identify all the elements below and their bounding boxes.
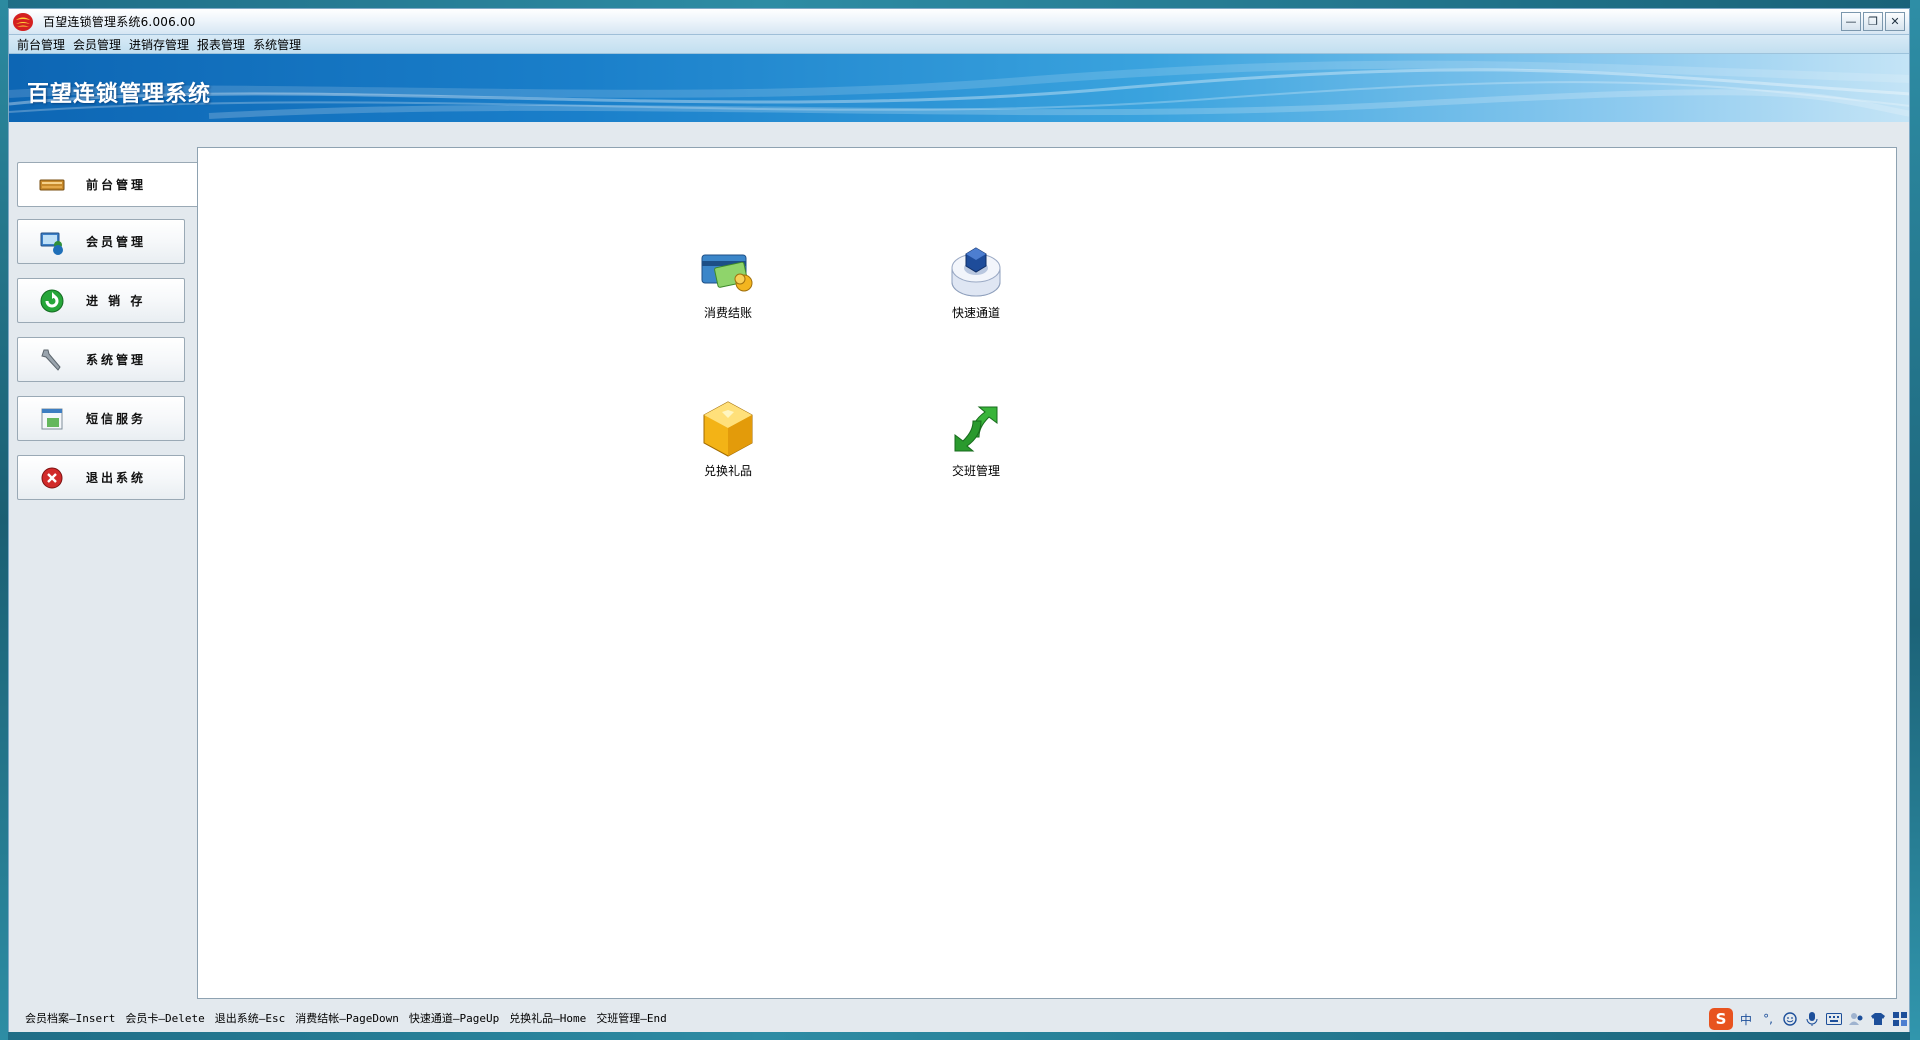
sms-icon [38,405,66,433]
nav-label: 短信服务 [86,412,147,426]
tile-label: 交班管理 [951,464,1000,478]
nav-system[interactable]: 系统管理 [17,337,185,382]
menu-reports[interactable]: 报表管理 [197,36,245,53]
shift-handover-icon [945,398,1007,460]
exit-icon [38,464,66,492]
emoji-icon[interactable] [1781,1010,1799,1028]
nav-label: 前台管理 [86,178,147,192]
nav-member[interactable]: 会员管理 [17,219,185,264]
app-logo-icon[interactable] [11,11,35,33]
punctuation-toggle[interactable]: °, [1759,1010,1777,1028]
window-controls: — ❐ ✕ [1841,12,1905,31]
restore-button[interactable]: ❐ [1863,12,1883,31]
tile-label: 消费结账 [703,306,752,320]
minimize-button[interactable]: — [1841,12,1861,31]
title-bar[interactable]: 百望连锁管理系统6.006.00 — ❐ ✕ [9,9,1909,35]
nav-label: 退出系统 [86,471,147,485]
menu-front-desk[interactable]: 前台管理 [17,36,65,53]
desktop-background-left [0,0,8,1040]
status-bar: 会员档案—Insert 会员卡—Delete 退出系统—Esc 消费结帐—Pag… [9,1004,1909,1032]
shortcut-exit: 退出系统—Esc [214,1012,286,1025]
inventory-icon [38,287,66,315]
close-button[interactable]: ✕ [1885,12,1905,31]
shortcut-member-card: 会员卡—Delete [125,1012,205,1025]
window-title: 百望连锁管理系统6.006.00 [43,15,196,29]
toolbox-grid-icon[interactable] [1891,1010,1909,1028]
nav-label: 会员管理 [86,235,147,249]
shortcut-gift-exchange: 兑换礼品—Home [509,1012,587,1025]
nav-exit[interactable]: 退出系统 [17,455,185,500]
wrench-icon [38,346,66,374]
main-area: 前台管理 会员管理 进 销 存 系统管理 短信服务 退出系统 消费结账 快速通道… [9,124,1909,1004]
tile-label: 兑换礼品 [703,464,752,478]
ime-mode-toggle[interactable]: 中 [1737,1010,1755,1028]
tile-label: 快速通道 [951,306,1000,320]
menu-member[interactable]: 会员管理 [73,36,121,53]
fast-channel-icon [945,240,1007,302]
tile-gift-exchange[interactable]: 兑换礼品 [668,398,788,488]
app-window: 百望连锁管理系统6.006.00 — ❐ ✕ 前台管理 会员管理 进销存管理 报… [8,8,1910,1032]
menu-system[interactable]: 系统管理 [253,36,301,53]
microphone-icon[interactable] [1803,1010,1821,1028]
desktop-background-right [1910,0,1920,1040]
shortcut-checkout: 消费结帐—PageDown [295,1012,399,1025]
shortcut-shift-handover: 交班管理—End [596,1012,667,1025]
skin-shirt-icon[interactable] [1869,1010,1887,1028]
nav-label: 系统管理 [86,353,147,367]
sogou-logo-icon[interactable]: S [1709,1008,1733,1030]
tile-checkout[interactable]: 消费结账 [668,240,788,330]
user-icon[interactable] [1847,1010,1865,1028]
nav-label: 进 销 存 [86,294,146,308]
nav-inventory[interactable]: 进 销 存 [17,278,185,323]
keyboard-icon[interactable] [1825,1010,1843,1028]
content-panel: 消费结账 快速通道 兑换礼品 交班管理 [197,147,1897,999]
checkout-icon [697,240,759,302]
gift-exchange-icon [697,398,759,460]
nav-sms[interactable]: 短信服务 [17,396,185,441]
shortcut-fast-channel: 快速通道—PageUp [408,1012,500,1025]
menu-inventory[interactable]: 进销存管理 [129,36,189,53]
register-icon [38,171,66,199]
nav-front-desk[interactable]: 前台管理 [17,162,197,207]
tile-fast-channel[interactable]: 快速通道 [916,240,1036,330]
member-icon [38,228,66,256]
header-banner: 百望连锁管理系统 [9,54,1909,122]
shortcut-member-record: 会员档案—Insert [25,1012,116,1025]
banner-wave-decoration [9,60,1909,119]
menu-bar: 前台管理 会员管理 进销存管理 报表管理 系统管理 [9,35,1909,54]
ime-toolbar: S 中 °, [1709,1008,1909,1030]
tile-shift-handover[interactable]: 交班管理 [916,398,1036,488]
banner-title: 百望连锁管理系统 [27,81,212,107]
